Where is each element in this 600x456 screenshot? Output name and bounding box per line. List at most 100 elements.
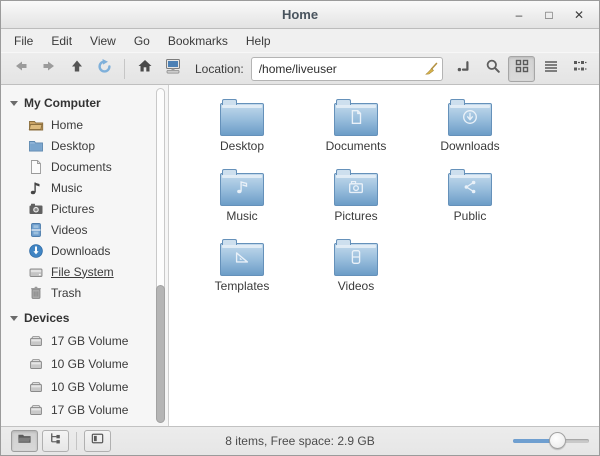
sidebar-item-downloads[interactable]: Downloads (1, 240, 168, 261)
chevron-down-icon (10, 315, 18, 321)
sidebar-item-trash[interactable]: Trash (1, 282, 168, 303)
toolbar: Location: (1, 52, 599, 85)
folder-label: Desktop (219, 139, 265, 153)
home-icon (137, 58, 153, 79)
folder-templates[interactable]: Templates (185, 235, 299, 297)
menubar: File Edit View Go Bookmarks Help (1, 29, 599, 52)
location-label: Location: (195, 61, 244, 76)
toolbar-right-tools (450, 55, 593, 82)
window-title: Home (281, 7, 319, 22)
sidebar-scrollbar[interactable] (156, 88, 165, 423)
volume-icon (28, 333, 44, 349)
volume-icon (28, 356, 44, 372)
volume-icon (28, 379, 44, 395)
sidebar-item-volume-2[interactable]: 10 GB Volume (1, 352, 168, 375)
home-button[interactable] (131, 56, 158, 82)
folder-icon (220, 169, 264, 206)
trash-icon (28, 285, 44, 301)
sidebar-item-home[interactable]: Home (1, 114, 168, 135)
sidebar-item-label: 10 GB Volume (51, 356, 129, 371)
search-button[interactable] (479, 56, 506, 82)
sidebar: My Computer Home Desktop Documents Music… (1, 85, 169, 426)
sidebar-item-volume-3[interactable]: 10 GB Volume (1, 375, 168, 398)
sidebar-item-label: 17 GB Volume (51, 333, 129, 348)
close-button[interactable]: ✕ (571, 7, 587, 23)
folder-pictures[interactable]: Pictures (299, 165, 413, 227)
folder-public[interactable]: Public (413, 165, 527, 227)
folder-icon (334, 239, 378, 276)
folder-label: Pictures (334, 209, 378, 223)
menu-view[interactable]: View (81, 31, 125, 51)
show-treeview-button[interactable] (42, 430, 69, 452)
clear-entry-broom-icon[interactable] (423, 61, 439, 77)
maximize-button[interactable]: □ (541, 7, 557, 23)
menu-help[interactable]: Help (237, 31, 280, 51)
up-icon (69, 58, 85, 79)
toggle-location-entry-button[interactable] (450, 56, 477, 82)
forward-button[interactable] (35, 56, 62, 82)
sidebar-toggle-icon (90, 431, 105, 451)
sidebar-item-label: Documents (51, 159, 112, 174)
computer-button[interactable] (159, 56, 186, 82)
sidebar-item-label: Music (51, 180, 83, 195)
menu-edit[interactable]: Edit (42, 31, 81, 51)
sidebar-item-documents[interactable]: Documents (1, 156, 168, 177)
folder-music[interactable]: Music (185, 165, 299, 227)
refresh-button[interactable] (91, 56, 118, 82)
devices-list: 17 GB Volume 10 GB Volume 10 GB Volume 1… (1, 329, 168, 421)
toggle-location-entry-icon (456, 58, 472, 79)
camera-icon (28, 201, 44, 217)
sidebar-item-music[interactable]: Music (1, 177, 168, 198)
sidebar-item-label: Trash (51, 285, 82, 300)
sidebar-section-my-computer[interactable]: My Computer (1, 92, 168, 114)
minimize-button[interactable]: – (511, 7, 527, 23)
sidebar-item-label: Videos (51, 222, 88, 237)
titlebar[interactable]: Home – □ ✕ (1, 1, 599, 29)
location-input[interactable] (250, 56, 443, 81)
music-emblem-icon (233, 178, 251, 201)
compact-view-button[interactable] (566, 56, 593, 82)
sidebar-item-label: Home (51, 117, 84, 132)
folder-desktop[interactable]: Desktop (185, 95, 299, 157)
drive-icon (28, 264, 44, 280)
sidebar-header-label: Devices (24, 311, 70, 325)
sidebar-header-label: My Computer (24, 96, 101, 110)
folder-icon (334, 169, 378, 206)
back-icon (13, 58, 29, 79)
camera-emblem-icon (347, 178, 365, 201)
menu-file[interactable]: File (5, 31, 42, 51)
icon-view-button[interactable] (508, 55, 535, 82)
toggle-sidebar-button[interactable] (84, 430, 111, 452)
show-places-button[interactable] (11, 430, 38, 452)
sidebar-item-videos[interactable]: Videos (1, 219, 168, 240)
up-button[interactable] (63, 56, 90, 82)
sidebar-item-file-system[interactable]: File System (1, 261, 168, 282)
forward-icon (41, 58, 57, 79)
sidebar-item-desktop[interactable]: Desktop (1, 135, 168, 156)
document-icon (28, 159, 44, 175)
video-icon (28, 222, 44, 238)
file-view[interactable]: Desktop Documents Downloads Music Pictur… (169, 85, 599, 426)
music-note-icon (28, 180, 44, 196)
sidebar-item-pictures[interactable]: Pictures (1, 198, 168, 219)
template-emblem-icon (233, 248, 251, 271)
folder-videos[interactable]: Videos (299, 235, 413, 297)
folder-icon (334, 99, 378, 136)
zoom-slider[interactable] (513, 432, 589, 450)
zoom-slider-handle[interactable] (549, 432, 566, 449)
sidebar-section-devices[interactable]: Devices (1, 307, 168, 329)
sidebar-item-volume-4[interactable]: 17 GB Volume (1, 398, 168, 421)
menu-go[interactable]: Go (125, 31, 159, 51)
menu-bookmarks[interactable]: Bookmarks (159, 31, 237, 51)
file-manager-window: Home – □ ✕ File Edit View Go Bookmarks H… (0, 0, 600, 456)
toolbar-separator (124, 58, 125, 79)
sidebar-item-label: File System (51, 264, 114, 279)
sidebar-item-volume-1[interactable]: 17 GB Volume (1, 329, 168, 352)
back-button[interactable] (7, 56, 34, 82)
folder-downloads[interactable]: Downloads (413, 95, 527, 157)
folder-documents[interactable]: Documents (299, 95, 413, 157)
treeview-icon (48, 431, 63, 451)
sidebar-item-label: 17 GB Volume (51, 402, 129, 417)
list-view-button[interactable] (537, 56, 564, 82)
sidebar-scrollbar-thumb[interactable] (156, 285, 165, 423)
